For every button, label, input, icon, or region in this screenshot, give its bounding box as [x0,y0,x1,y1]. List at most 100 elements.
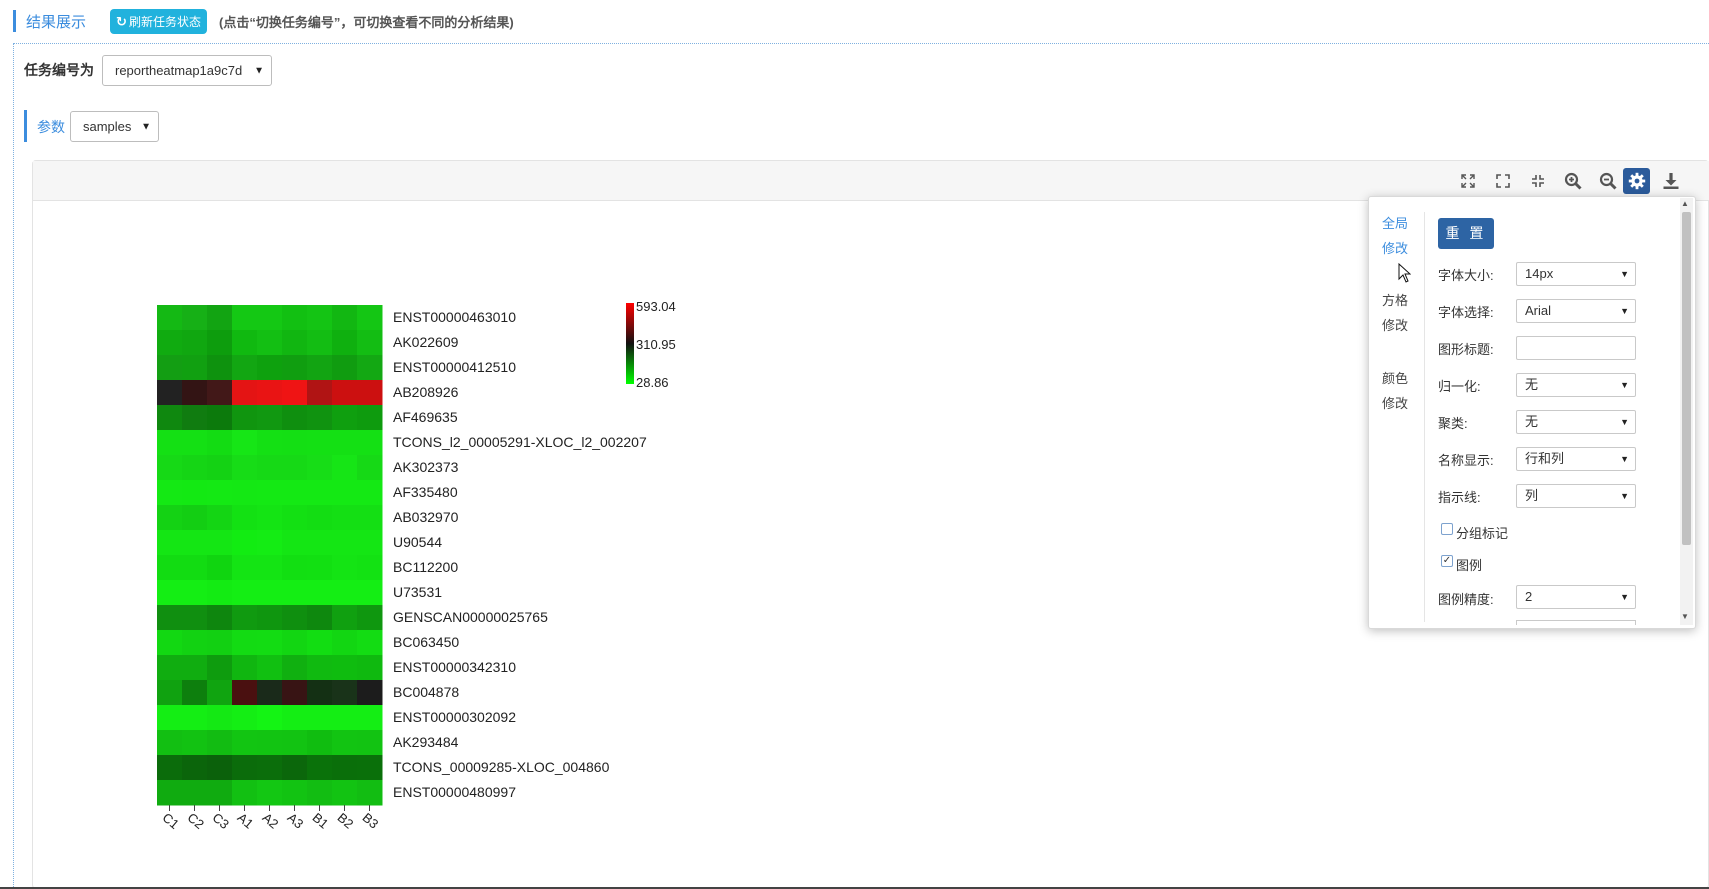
heatmap-cell [157,330,183,356]
nav-cell-settings[interactable]: 方格修改 [1382,288,1408,338]
font-size-label: 字体大小: [1438,268,1494,283]
dropdown-arrow-icon: ▼ [1620,491,1629,501]
heatmap-cell [357,480,383,506]
heatmap-cell [157,380,183,406]
zoom-out-icon[interactable] [1597,170,1619,192]
guide-line-value: 列 [1525,488,1539,503]
heatmap-cell [157,480,183,506]
row-label: ENST00000342310 [393,659,516,675]
heatmap-cell [282,355,308,381]
scrollbar-thumb[interactable] [1682,212,1691,545]
heatmap-cell [207,305,233,331]
heatmap-cell [307,355,333,381]
heatmap-cell [332,355,358,381]
heatmap-cell [232,480,258,506]
font-size-select[interactable]: 14px ▼ [1516,262,1636,286]
font-family-select[interactable]: Arial ▼ [1516,299,1636,323]
row-label: AK022609 [393,334,459,350]
heatmap-cell [282,405,308,431]
normalize-value: 无 [1525,377,1539,392]
column-label: A2 [260,810,282,832]
heatmap-cell [282,705,308,731]
heatmap-cell [307,555,333,581]
group-mark-checkbox[interactable] [1441,523,1453,535]
heatmap-cell [332,430,358,456]
fullscreen-icon[interactable] [1492,170,1514,192]
heatmap-cell [157,455,183,481]
heatmap-cell [357,755,383,781]
heatmap-cell [207,655,233,681]
heatmap-cell [307,380,333,406]
heatmap-cell [182,480,208,506]
legend-checkbox[interactable]: ✓ [1441,555,1453,567]
heatmap-cell [257,430,283,456]
heatmap-cell [257,630,283,656]
download-icon[interactable] [1660,170,1682,192]
dropdown-arrow-icon: ▼ [1620,269,1629,279]
shrink-icon[interactable] [1527,170,1549,192]
heatmap-cell [207,730,233,756]
normalize-select[interactable]: 无 ▼ [1516,373,1636,397]
heatmap-cell [182,730,208,756]
heatmap-cell [157,430,183,456]
heatmap-cell [332,580,358,606]
heatmap-cell [232,580,258,606]
scroll-up-icon[interactable]: ▲ [1681,199,1689,208]
guide-line-label: 指示线: [1438,490,1481,505]
heatmap-cell [282,380,308,406]
task-id-select[interactable]: reportheatmap1a9c7d ▼ [102,55,272,86]
name-display-select[interactable]: 行和列 ▼ [1516,447,1636,471]
heatmap-cell [282,530,308,556]
heatmap-cell [282,305,308,331]
heatmap-cell [282,730,308,756]
heatmap-cell [257,530,283,556]
param-label: 参数 [37,119,65,135]
heatmap-cell [357,330,383,356]
heatmap-cell [182,305,208,331]
heatmap-cell [307,605,333,631]
cluster-select[interactable]: 无 ▼ [1516,410,1636,434]
dropdown-arrow-icon: ▼ [254,65,264,76]
heatmap-cell [307,430,333,456]
heatmap-cell [232,380,258,406]
heatmap-cell [332,480,358,506]
legend-toggle-label: 图例 [1456,558,1483,573]
heatmap-cell [282,455,308,481]
heatmap-cell [207,380,233,406]
heatmap-cell [207,755,233,781]
reset-button[interactable]: 重 置 [1438,218,1494,249]
dropdown-arrow-icon: ▼ [1620,306,1629,316]
param-select[interactable]: samples ▼ [70,111,159,142]
dropdown-arrow-icon: ▼ [1620,417,1629,427]
heatmap-cell [307,630,333,656]
zoom-in-icon[interactable] [1562,170,1584,192]
legend-gradient-bar [626,303,634,384]
heatmap-cell [182,355,208,381]
heatmap-cell [157,730,183,756]
heatmap-cell [257,755,283,781]
refresh-status-button[interactable]: ↻ 刷新任务状态 [110,9,207,34]
legend-precision-select[interactable]: 2 ▼ [1516,585,1636,609]
heatmap-cell [332,755,358,781]
expand-width-icon[interactable] [1457,170,1479,192]
chart-title-input[interactable] [1516,336,1636,360]
heatmap-cell [307,730,333,756]
heatmap-cell [282,555,308,581]
nav-global-settings[interactable]: 全局修改 [1382,211,1408,261]
scroll-down-icon[interactable]: ▼ [1681,612,1689,621]
nav-color-settings[interactable]: 颜色修改 [1382,366,1408,416]
heatmap-cell [232,705,258,731]
heatmap-cell [157,705,183,731]
heatmap-cell [257,305,283,331]
heatmap-cell [257,730,283,756]
heatmap-cell [307,655,333,681]
guide-line-select[interactable]: 列 ▼ [1516,484,1636,508]
heatmap-cell [232,680,258,706]
gear-icon[interactable] [1623,168,1650,194]
heatmap-cell [307,505,333,531]
heatmap-cell [207,330,233,356]
legend-label: 310.95 [636,337,676,352]
row-label: U90544 [393,534,442,550]
row-label: AF469635 [393,409,458,425]
heatmap-cell [282,680,308,706]
